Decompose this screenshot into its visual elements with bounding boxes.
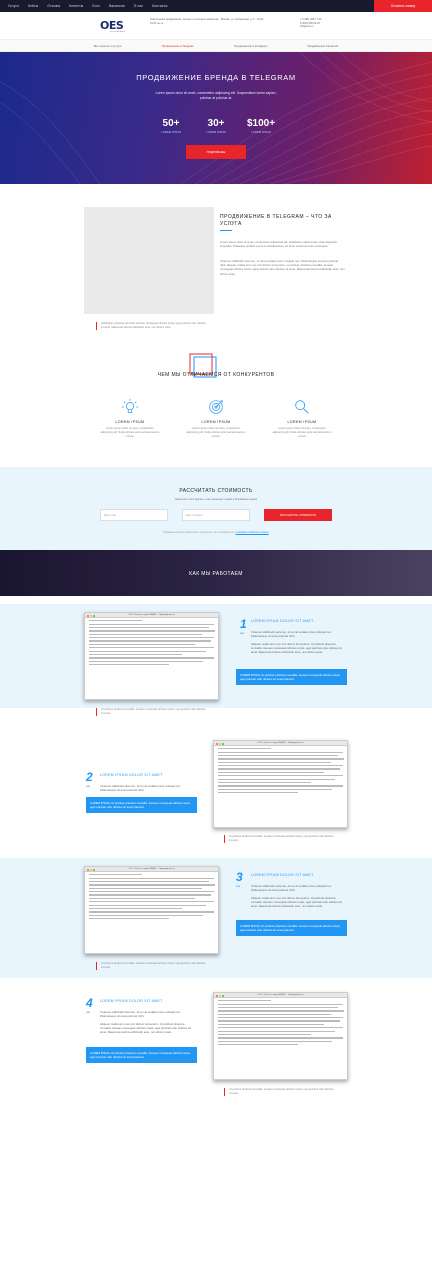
phone-input[interactable]: Ваш телефон — [182, 509, 250, 521]
step-number: 3 — [236, 870, 243, 884]
calc-submit-button[interactable]: РАССЧИТАТЬ СТОИМОСТЬ — [264, 509, 332, 521]
about-paragraph: Vivamus sollicitudin ante leo, sit amet … — [220, 259, 345, 276]
step-paragraph: Aliquam mattis arcu nec orci dictum ferm… — [251, 642, 342, 655]
step-highlight-box: LOREM IPSUM, Ut pulvinar pharetra conval… — [236, 920, 347, 937]
step-caption: Ut pulvinar pharetra convallis. Aenean c… — [224, 835, 334, 843]
calc-note: Нажимая на кнопку «Рассчитать стоимость»… — [0, 531, 432, 534]
magnifier-icon — [295, 400, 309, 414]
logo-subtitle: агентство digital — [110, 31, 125, 33]
step-highlight-box: LOREM IPSUM, Ut pulvinar pharetra conval… — [86, 797, 197, 814]
step-paragraph: Aliquam mattis arcu nec orci dictum ferm… — [100, 1022, 191, 1035]
step-number: 4 — [86, 996, 93, 1010]
step-title: LOREM IPSUM DOLOR SIT AMET — [100, 999, 163, 1003]
calc-note-text: Нажимая на кнопку «Рассчитать стоимость»… — [163, 531, 235, 534]
step-highlight-box: LOREM IPSUM, Ut pulvinar pharetra conval… — [236, 669, 347, 686]
email[interactable]: info@oes.ru — [300, 25, 360, 29]
feature-description: Lorem ipsum dolor sit amet, consectetur … — [272, 427, 332, 438]
step-caption: Ut pulvinar pharetra convallis. Aenean c… — [96, 708, 206, 716]
feature-description: Lorem ipsum dolor sit amet, consectetur … — [100, 427, 160, 438]
feature-card: LOREM IPSUM Lorem ipsum dolor sit amet, … — [272, 398, 332, 439]
sub-nav: Все проекты и услуги Продвижение в Teleg… — [0, 40, 432, 52]
nav-link-contacts[interactable]: Контакты — [152, 4, 167, 8]
feature-card: LOREM IPSUM Lorem ipsum dolor sit amet, … — [186, 398, 246, 439]
document-window: ООО «Стиль» и отдел ВИДЕО – Предваритель… — [84, 866, 219, 954]
subnav-item-telegram[interactable]: Продвижение в Telegram — [162, 44, 194, 48]
step-number: 1 — [240, 617, 247, 631]
nav-link-vacancies[interactable]: Вакансии — [109, 4, 125, 8]
subnav-item-facebook[interactable]: Продвижение Facebook — [307, 44, 338, 48]
nav-link-blog[interactable]: Блог — [92, 4, 100, 8]
subnav-item-instagram[interactable]: Продвижение в Instagram — [234, 44, 267, 48]
stat-number: 30+ — [207, 118, 225, 129]
document-window: ООО «Стиль» и отдел ВИДЕО – Предваритель… — [84, 612, 219, 700]
step-word: шаг — [240, 632, 245, 635]
step-word: шаг — [86, 1011, 91, 1014]
about-paragraph: Lorem ipsum dolor sit amet, consectetur … — [220, 240, 338, 249]
how-we-work-title: КАК МЫ РАБОТАЕМ — [189, 571, 243, 577]
stat-number: 50+ — [162, 118, 180, 129]
leave-request-button[interactable]: Оставить заявку — [374, 0, 432, 12]
logo[interactable]: OES агентство digital — [100, 19, 140, 37]
header-info: Комплексное продвижение, контекст и инте… — [150, 18, 265, 25]
stat-label: LOREM IPSUM — [161, 130, 181, 134]
nav-link-about[interactable]: О нас — [134, 4, 144, 8]
step-caption: Ut pulvinar pharetra convallis. Aenean c… — [96, 962, 206, 970]
step-title: LOREM IPSUM DOLOR SIT AMET — [251, 873, 314, 877]
document-window: ООО «Стиль» и отдел ВИДЕО – Предваритель… — [213, 740, 348, 828]
nav-link-cases[interactable]: Кейсы — [28, 4, 38, 8]
header-contacts: +7 (495) 255-77-16 8 (800) 505-64-97 inf… — [300, 18, 360, 29]
feature-title: LOREM IPSUM — [287, 420, 317, 424]
top-nav: Услуги Кейсы Отзывы Клиенты Блог Ваканси… — [0, 0, 432, 12]
lightbulb-icon — [121, 398, 139, 413]
calc-subtitle: Заполните поля формы, и мы свяжемся с ва… — [175, 498, 257, 501]
nav-link-services[interactable]: Услуги — [8, 4, 19, 8]
calc-title: РАССЧИТАТЬ СТОИМОСТЬ — [179, 488, 253, 494]
nav-link-reviews[interactable]: Отзывы — [47, 4, 60, 8]
step-title: LOREM IPSUM DOLOR SIT AMET — [251, 619, 314, 623]
step-word: шаг — [236, 885, 241, 888]
hero-title: ПРОДВИЖЕНИЕ БРЕНДА В TELEGRAM — [136, 73, 296, 82]
step-paragraph: Vivamus sollicitudin ante leo, sit a met… — [100, 1010, 181, 1019]
step-paragraph: Vivamus sollicitudin ante leo, sit a met… — [251, 630, 332, 639]
window-title: ООО «Стиль» и отдел ВИДЕО – Предваритель… — [128, 613, 175, 616]
feature-card: LOREM IPSUM Lorem ipsum dolor sit amet, … — [100, 398, 160, 439]
hero-description: Lorem ipsum dolor sit amet, consectetur … — [155, 91, 277, 100]
stat-label: LOREM IPSUM — [251, 130, 271, 134]
feature-description: Lorem ipsum dolor sit amet, consectetur … — [186, 427, 246, 438]
hero-more-button[interactable]: ПОДРОБНЕЕ — [186, 145, 246, 159]
site-header — [0, 12, 432, 40]
step-word: шаг — [86, 785, 91, 788]
about-image — [84, 207, 214, 314]
step-highlight-box: LOREM IPSUM, Ut pulvinar pharetra conval… — [86, 1047, 197, 1064]
step-paragraph: Aliquam mattis arcu nec orci dictum ferm… — [251, 896, 342, 909]
privacy-link[interactable]: условиями обработки данных — [236, 531, 269, 534]
top-nav-links: Услуги Кейсы Отзывы Клиенты Блог Ваканси… — [8, 4, 168, 8]
stat-number: $100+ — [246, 118, 276, 129]
step-number: 2 — [86, 770, 93, 784]
step-paragraph: Vivamus sollicitudin ante leo, sit a met… — [251, 884, 332, 893]
window-title: ООО «Стиль» и отдел ВИДЕО – Предваритель… — [257, 741, 304, 744]
features-title: ЧЕМ МЫ ОТЛИЧАЕМСЯ ОТ КОНКУРЕНТОВ — [157, 372, 275, 378]
document-window: ООО «Стиль» и отдел ВИДЕО – Предваритель… — [213, 992, 348, 1080]
step-title: LOREM IPSUM DOLOR SIT AMET — [100, 773, 163, 777]
stat-label: LOREM IPSUM — [206, 130, 226, 134]
hero-stat: 30+ LOREM IPSUM — [196, 118, 236, 134]
window-title: ООО «Стиль» и отдел ВИДЕО – Предваритель… — [128, 867, 175, 870]
target-icon — [209, 400, 223, 414]
step-paragraph: Vivamus sollicitudin ante leo, sit a met… — [100, 784, 181, 793]
about-title: ПРОДВИЖЕНИЕ В TELEGRAM – ЧТО ЗА УСЛУГА — [220, 214, 332, 227]
about-caption: Vestibulum pharetra convallis. Aenean co… — [96, 322, 206, 330]
hero-stat: 50+ LOREM IPSUM — [151, 118, 191, 134]
step-caption: Ut pulvinar pharetra convallis. Aenean c… — [224, 1088, 334, 1096]
name-input[interactable]: Ваше имя — [100, 509, 168, 521]
window-title: ООО «Стиль» и отдел ВИДЕО – Предваритель… — [257, 993, 304, 996]
hero-stat: $100+ LOREM IPSUM — [241, 118, 281, 134]
nav-link-clients[interactable]: Клиенты — [69, 4, 83, 8]
subnav-item-all[interactable]: Все проекты и услуги — [94, 44, 122, 48]
feature-title: LOREM IPSUM — [115, 420, 145, 424]
feature-title: LOREM IPSUM — [201, 420, 231, 424]
title-underline — [220, 230, 232, 231]
